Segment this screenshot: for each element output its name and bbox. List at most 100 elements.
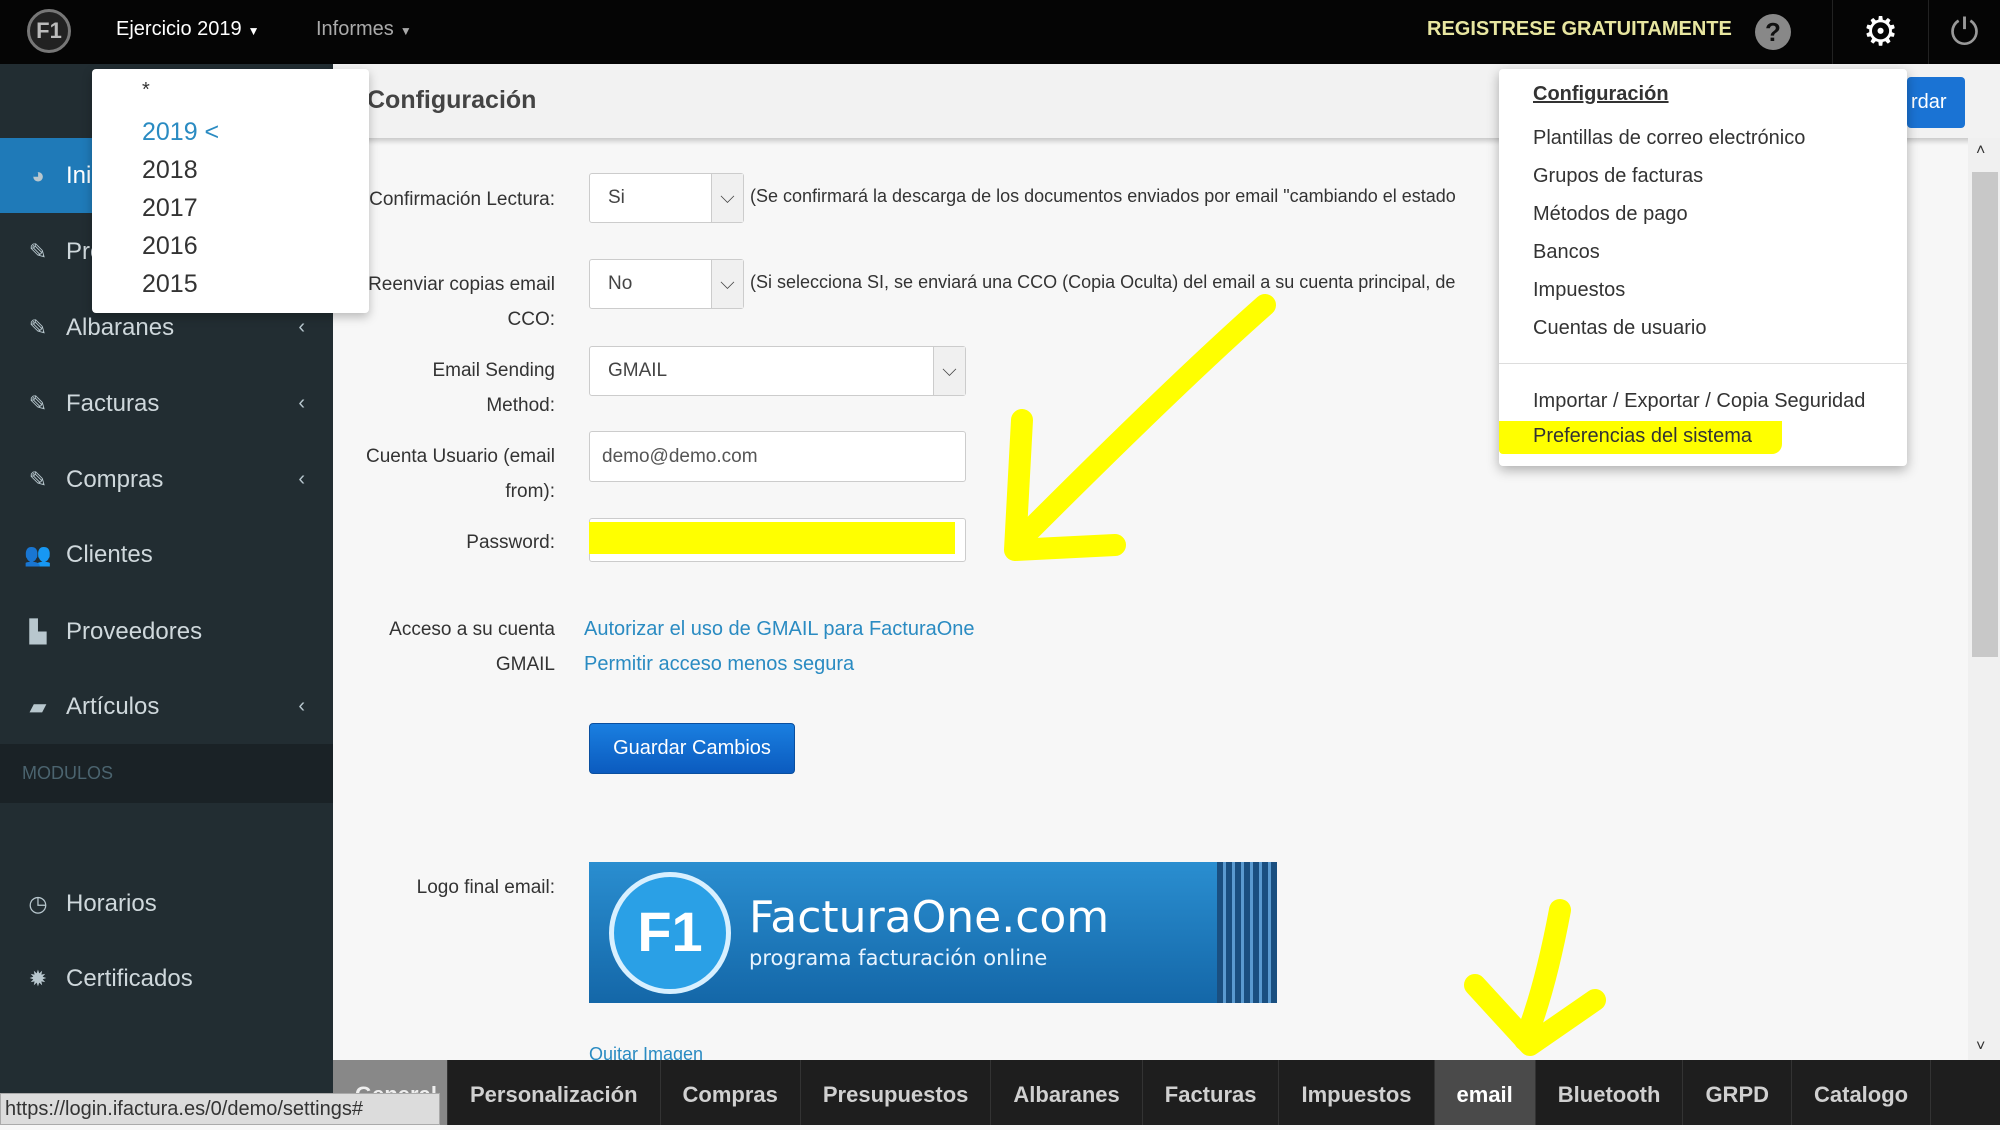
edit-icon: ✎ [28,314,48,340]
chevron-left-icon: ‹ [298,468,305,490]
year-option[interactable]: 2017 [142,194,198,223]
menu-item-preferencias[interactable]: Preferencias del sistema [1499,421,1782,454]
caret-down-icon: ▼ [247,24,260,38]
tab-albaranes[interactable]: Albaranes [991,1060,1143,1125]
sidebar-item-label: Facturas [66,389,160,417]
save-changes-button[interactable]: Guardar Cambios [589,723,795,774]
cc-select[interactable]: No ⌵ [589,259,744,309]
save-button-header-label: rdar [1911,91,1947,113]
tab-presupuestos[interactable]: Presupuestos [801,1060,992,1125]
settings-button[interactable]: ⚙ [1832,0,1928,64]
sidebar-item-label: Compras [66,465,164,493]
dashboard-icon: ◕ [31,162,45,188]
scroll-up-icon[interactable]: ˄ [1976,142,1985,160]
modules-header: MODULOS [0,744,333,803]
chevron-left-icon: ‹ [298,316,305,338]
sidebar-item-label: Artículos [66,692,160,720]
tab-email[interactable]: email [1434,1060,1536,1125]
certificate-icon: ✹ [28,965,48,991]
logo-building [1217,862,1277,1003]
menu-item-grupos[interactable]: Grupos de facturas [1533,165,1703,188]
logout-button[interactable]: ⏻ [1928,0,2000,64]
access-label: Acceso a su cuenta GMAIL [389,619,555,675]
ejercicio-label: Ejercicio 2019 [116,18,242,40]
less-secure-link[interactable]: Permitir acceso menos segura [584,653,854,676]
sidebar-item-clientes[interactable]: 👥 Clientes [0,517,333,592]
help-icon: ? [1755,14,1791,50]
sidebar-item-label: Albaranes [66,313,175,341]
ejercicio-dropdown[interactable]: Ejercicio 2019 ▼ [116,0,260,64]
method-select[interactable]: GMAIL ⌵ [589,346,966,396]
sidebar-item-label: Proveedores [66,617,203,645]
tab-facturas[interactable]: Facturas [1143,1060,1280,1125]
user-email-input[interactable]: demo@demo.com [589,431,966,482]
app-logo[interactable]: F1 [27,9,71,53]
menu-item-bancos[interactable]: Bancos [1533,241,1600,264]
edit-icon: ✎ [28,238,48,264]
sidebar-item-compras[interactable]: ✎ Compras ‹ [0,442,333,517]
tab-personalizacion[interactable]: Personalización [448,1060,661,1125]
logo-circle: F1 [609,872,731,994]
scrollbar-thumb[interactable] [1972,172,1998,657]
scroll-down-icon[interactable]: ˅ [1976,1038,1985,1056]
tab-compras[interactable]: Compras [661,1060,801,1125]
confirm-label: Confirmación Lectura: [369,189,555,210]
menu-divider [1499,363,1907,364]
top-navbar: F1 Ejercicio 2019 ▼ Informes ▼ REGISTRESE … [0,0,2000,64]
tab-impuestos[interactable]: Impuestos [1279,1060,1435,1125]
industry-icon: ▙ [29,618,47,644]
edit-icon: ✎ [28,466,48,492]
password-label: Password: [466,532,555,553]
clock-icon: ◷ [28,890,48,916]
authorize-gmail-link[interactable]: Autorizar el uso de GMAIL para FacturaOn… [584,618,975,641]
tab-catalogo[interactable]: Catalogo [1792,1060,1932,1125]
confirm-select[interactable]: Si ⌵ [589,173,744,223]
confirm-hint: (Se confirmará la descarga de los docume… [750,186,1456,206]
config-dropdown-menu: Configuración Plantillas de correo elect… [1499,69,1907,466]
tab-grpd[interactable]: GRPD [1683,1060,1792,1125]
password-input[interactable] [589,518,966,562]
user-label: Cuenta Usuario (email from): [365,446,555,502]
sidebar-item-facturas[interactable]: ✎ Facturas ‹ [0,366,333,441]
year-option-selected[interactable]: 2019 < [142,118,219,147]
year-option[interactable]: 2018 [142,156,198,185]
logo-brand: FacturaOne.com [749,892,1110,943]
status-bar-url: https://login.ifactura.es/0/demo/setting… [0,1093,440,1125]
sidebar-item-proveedores[interactable]: ▙ Proveedores [0,594,333,669]
menu-item-importar[interactable]: Importar / Exportar / Copia Seguridad [1533,390,1865,413]
menu-item-cuentas[interactable]: Cuentas de usuario [1533,317,1706,340]
save-button-header[interactable]: rdar [1907,77,1965,128]
year-dropdown-menu: * 2019 < 2018 2017 2016 2015 [92,69,369,313]
chevron-left-icon: ‹ [298,695,305,717]
menu-item-plantillas[interactable]: Plantillas de correo electrónico [1533,127,1805,150]
menu-item-metodos[interactable]: Métodos de pago [1533,203,1688,226]
method-label: Email Sending Method: [432,360,555,416]
sidebar-item-certificados[interactable]: ✹ Certificados [0,941,333,1016]
settings-tabs: General Personalización Compras Presupue… [333,1060,2000,1125]
sidebar-item-horarios[interactable]: ◷ Horarios [0,866,333,941]
tab-bluetooth[interactable]: Bluetooth [1536,1060,1684,1125]
year-option[interactable]: 2016 [142,232,198,261]
edit-icon: ✎ [28,390,48,416]
config-menu-title[interactable]: Configuración [1533,83,1669,106]
year-option[interactable]: 2015 [142,270,198,299]
power-icon: ⏻ [1950,10,1979,52]
caret-down-icon: ▼ [399,24,412,38]
cc-hint: (Si selecciona SI, se enviará una CCO (C… [750,272,1456,292]
informes-dropdown[interactable]: Informes ▼ [316,0,412,64]
sidebar-item-articulos[interactable]: ▰ Artículos ‹ [0,669,333,744]
register-link[interactable]: REGISTRESE GRATUITAMENTE [1427,0,1732,58]
help-button[interactable]: ? [1741,0,1805,64]
page-title: Configuración [367,86,537,114]
menu-item-impuestos[interactable]: Impuestos [1533,279,1625,302]
email-logo-image: F1 FacturaOne.com programa facturación o… [589,862,1277,1003]
cc-label: Reenviar copias email CCO: [368,274,555,330]
chevron-down-icon: ⌵ [711,174,743,222]
sidebar-item-label: Certificados [66,964,193,992]
users-icon: 👥 [24,541,52,567]
year-option[interactable]: * [142,79,150,102]
shopping-bag-icon: ▰ [29,693,47,719]
yellow-arrow-icon [1464,899,1606,1056]
sidebar-item-label: Clientes [66,540,153,568]
logo-tagline: programa facturación online [749,946,1048,970]
